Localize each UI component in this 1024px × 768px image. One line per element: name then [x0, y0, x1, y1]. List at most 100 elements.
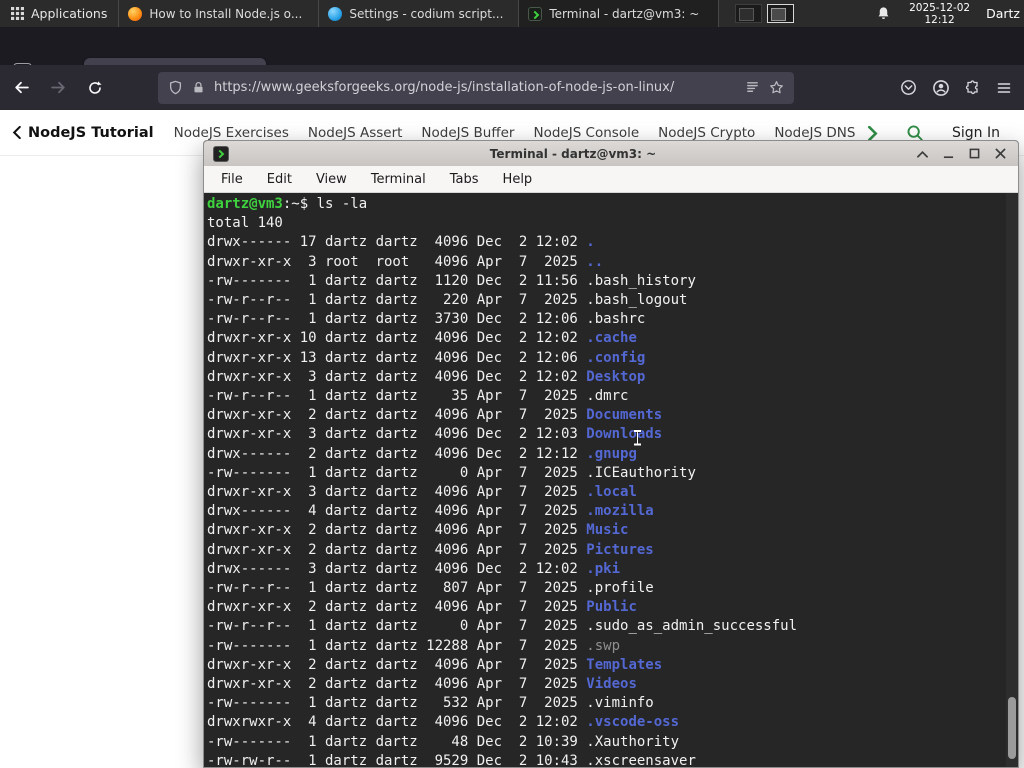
terminal-menu-help[interactable]: Help [503, 172, 533, 187]
workspace-1[interactable] [735, 4, 763, 23]
site-nav-link[interactable]: NodeJS Assert [308, 125, 403, 141]
terminal-output-line: -rw-r--r-- 1 dartz dartz 3730 Dec 2 12:0… [207, 311, 646, 328]
terminal-window: Terminal - dartz@vm3: ~ File Edit View Term… [203, 140, 1019, 768]
terminal-menu-view[interactable]: View [316, 172, 347, 187]
reader-mode-icon[interactable] [745, 80, 760, 95]
prompt-user-host: dartz@vm3 [207, 196, 283, 212]
terminal-output-line: drwxr-xr-x 2 dartz dartz 4096 Apr 7 2025… [207, 407, 663, 424]
address-bar[interactable]: https://www.geeksforgeeks.org/node-js/in… [158, 71, 794, 104]
taskbar-window-firefox[interactable]: How to Install Node.js o... [119, 0, 320, 27]
workspace-switcher [735, 0, 795, 27]
close-button[interactable] [995, 148, 1006, 159]
workspace-2-active[interactable] [767, 4, 795, 23]
sign-in-button[interactable]: Sign In [952, 125, 1000, 141]
terminal-output-line: drwxr-xr-x 3 dartz dartz 4096 Dec 2 12:0… [207, 368, 646, 385]
terminal-output-line: -rw-r--r-- 1 dartz dartz 807 Apr 7 2025 … [207, 580, 654, 597]
terminal-output-line: drwxr-xr-x 2 dartz dartz 4096 Apr 7 2025… [207, 522, 629, 539]
terminal-output-line: -rw------- 1 dartz dartz 1120 Dec 2 11:5… [207, 272, 696, 289]
url-text[interactable]: https://www.geeksforgeeks.org/node-js/in… [214, 80, 736, 95]
terminal-output-line: drwxr-xr-x 2 dartz dartz 4096 Apr 7 2025… [207, 656, 663, 673]
site-nav-link[interactable]: NodeJS DNS [774, 125, 855, 141]
account-icon[interactable] [932, 79, 950, 97]
terminal-window-title: Terminal - dartz@vm3: ~ [489, 146, 657, 161]
terminal-window-controls [917, 148, 1009, 159]
terminal-menu-file[interactable]: File [221, 172, 243, 187]
taskbar-window-title: Settings - codium script... [349, 6, 504, 21]
terminal-output-line: drwx------ 17 dartz dartz 4096 Dec 2 12:… [207, 234, 595, 251]
applications-menu-button[interactable]: Applications [0, 0, 120, 27]
terminal-menu-tabs[interactable]: Tabs [450, 172, 479, 187]
shade-button[interactable] [917, 150, 928, 158]
browser-tab-bar: G How to Install Node.js on ✕ + [0, 27, 1024, 89]
taskbar-window-title: Terminal - dartz@vm3: ~ [549, 6, 700, 21]
terminal-output-line: drwx------ 4 dartz dartz 4096 Apr 7 2025… [207, 503, 654, 520]
terminal-output-line: drwxr-xr-x 13 dartz dartz 4096 Dec 2 12:… [207, 349, 646, 366]
tracking-shield-icon[interactable] [168, 80, 183, 95]
terminal-output-line: drwx------ 2 dartz dartz 4096 Dec 2 12:1… [207, 445, 637, 462]
terminal-screen[interactable]: dartz@vm3:~$ ls -la total 140 drwx------ … [204, 193, 1018, 767]
desktop: Applications How to Install Node.js o...… [0, 0, 1024, 768]
terminal-output-line: drwx------ 3 dartz dartz 4096 Dec 2 12:0… [207, 560, 621, 577]
extensions-icon[interactable] [965, 79, 981, 96]
terminal-scrollbar[interactable] [1006, 193, 1018, 767]
notifications-bell-icon[interactable] [876, 0, 891, 27]
terminal-title-bar[interactable]: Terminal - dartz@vm3: ~ [204, 141, 1018, 166]
terminal-output-line: drwxr-xr-x 2 dartz dartz 4096 Apr 7 2025… [207, 676, 637, 693]
terminal-app-icon [528, 6, 543, 21]
site-nav-link[interactable]: NodeJS Console [533, 125, 639, 141]
back-button[interactable] [5, 72, 37, 104]
clock-time: 12:12 [924, 13, 955, 26]
settings-app-icon [328, 6, 343, 21]
lock-icon[interactable] [192, 81, 205, 94]
clock-date: 2025-12-02 [909, 1, 971, 14]
site-nav-link[interactable]: NodeJS Exercises [174, 125, 289, 141]
terminal-output-line: -rw-rw-r-- 1 dartz dartz 9529 Dec 2 10:4… [207, 752, 696, 767]
prompt-path: :~ [282, 196, 300, 212]
terminal-prompt-line: dartz@vm3:~$ ls -la [207, 195, 1004, 214]
terminal-output-line: drwxr-xr-x 10 dartz dartz 4096 Dec 2 12:… [207, 330, 637, 347]
terminal-output-line: drwxr-xr-x 2 dartz dartz 4096 Apr 7 2025… [207, 541, 654, 558]
terminal-output-line: drwxr-xr-x 2 dartz dartz 4096 Apr 7 2025… [207, 599, 637, 616]
panel-user-label: Dartz [986, 6, 1020, 21]
chevron-right-icon[interactable] [867, 125, 878, 141]
menu-icon[interactable] [996, 80, 1012, 96]
minimize-button[interactable] [943, 149, 954, 159]
terminal-menu-edit[interactable]: Edit [267, 172, 292, 187]
pocket-icon[interactable] [900, 79, 917, 96]
terminal-output-line: -rw------- 1 dartz dartz 0 Apr 7 2025 .I… [207, 464, 696, 481]
site-nav-link[interactable]: NodeJS Buffer [421, 125, 514, 141]
terminal-command: ls -la [316, 196, 368, 212]
terminal-output-line: drwxr-xr-x 3 dartz dartz 4096 Dec 2 12:0… [207, 426, 663, 443]
terminal-output-line: drwxr-xr-x 3 root root 4096 Apr 7 2025 .… [207, 253, 604, 270]
taskbar-window-title: How to Install Node.js o... [149, 6, 303, 21]
panel-spacer [794, 0, 876, 27]
taskbar-window-settings[interactable]: Settings - codium script... [319, 0, 520, 27]
applications-label: Applications [31, 6, 108, 21]
site-nav-link[interactable]: NodeJS Crypto [658, 125, 755, 141]
reload-button[interactable] [79, 72, 111, 104]
site-nav-links: NodeJS Exercises NodeJS Assert NodeJS Buff… [174, 125, 874, 141]
site-nav-active-label: NodeJS Tutorial [28, 124, 154, 141]
panel-clock[interactable]: 2025-12-02 12:12 [909, 2, 970, 26]
toolbar-right-icons [900, 79, 1012, 97]
scrollbar-thumb[interactable] [1008, 697, 1016, 759]
firefox-icon [128, 6, 143, 21]
prompt-symbol: $ [299, 196, 317, 212]
terminal-output-line: -rw------- 1 dartz dartz 48 Dec 2 10:39 … [207, 733, 680, 750]
terminal-output-line: drwxrwxr-x 4 dartz dartz 4096 Dec 2 12:0… [207, 714, 680, 731]
terminal-output: total 140 drwx------ 17 dartz dartz 4096 … [207, 214, 1004, 767]
taskbar-window-terminal[interactable]: Terminal - dartz@vm3: ~ [519, 0, 720, 27]
terminal-output-line: -rw-r--r-- 1 dartz dartz 0 Apr 7 2025 .s… [207, 618, 798, 635]
terminal-menu-terminal[interactable]: Terminal [371, 172, 426, 187]
bookmark-star-icon[interactable] [769, 80, 784, 95]
forward-button[interactable] [42, 72, 74, 104]
terminal-output-line: -rw-r--r-- 1 dartz dartz 35 Apr 7 2025 .… [207, 388, 629, 405]
terminal-output-line: drwxr-xr-x 3 dartz dartz 4096 Apr 7 2025… [207, 484, 637, 501]
terminal-output-line: total 140 [207, 215, 283, 232]
terminal-menubar: File Edit View Terminal Tabs Help [204, 166, 1018, 193]
browser-toolbar: https://www.geeksforgeeks.org/node-js/in… [0, 65, 1024, 110]
maximize-button[interactable] [969, 148, 980, 159]
desktop-panel: Applications How to Install Node.js o...… [0, 0, 1024, 27]
chevron-left-icon [12, 126, 21, 139]
site-nav-active-item[interactable]: NodeJS Tutorial [12, 125, 154, 141]
